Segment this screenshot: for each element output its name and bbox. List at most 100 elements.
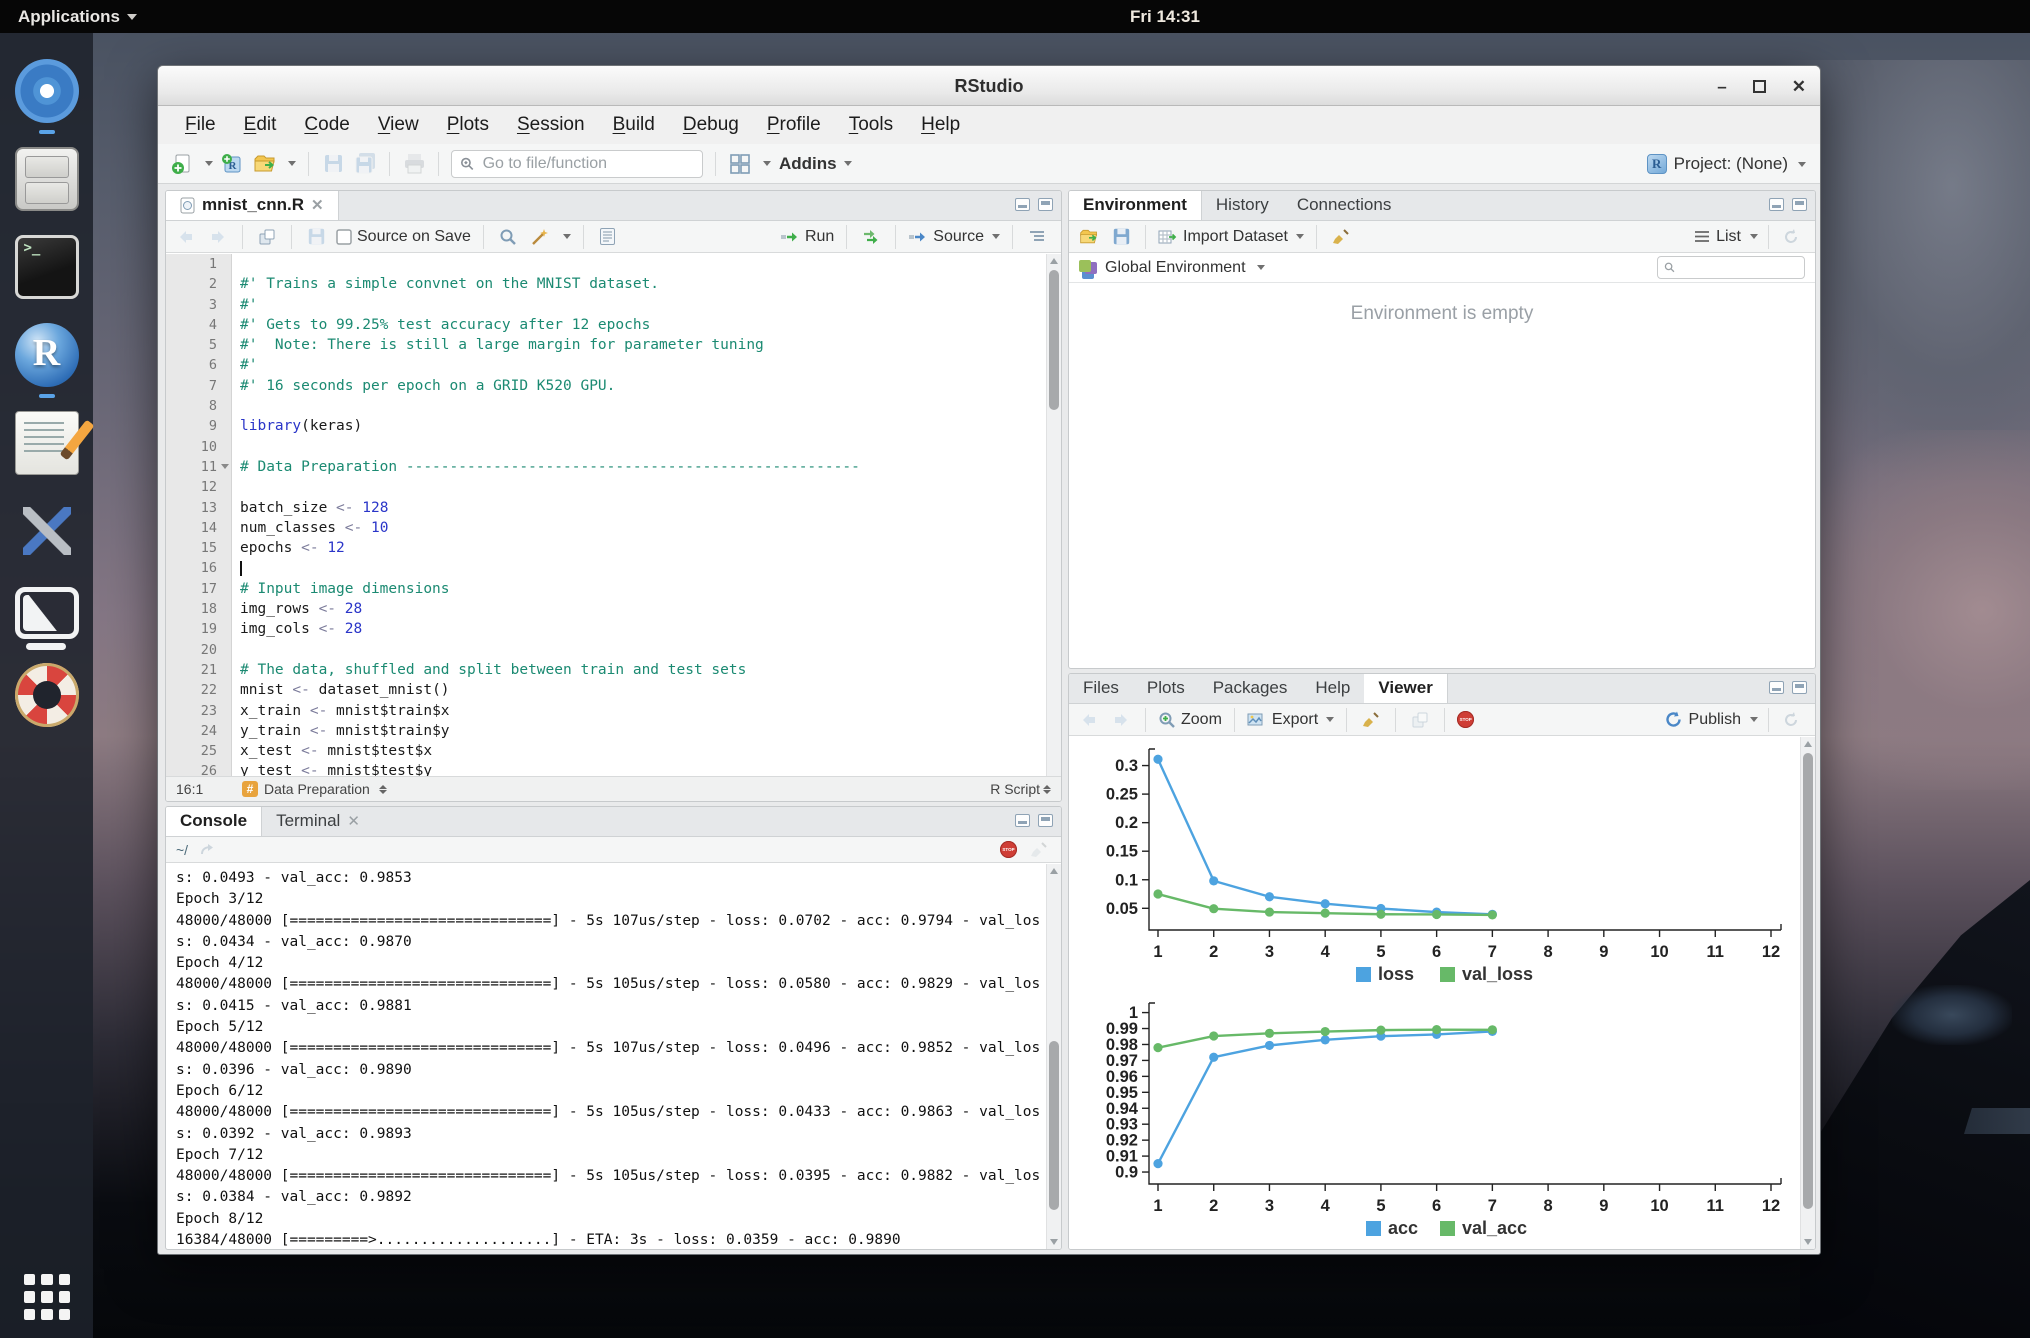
- menu-profile[interactable]: Profile: [754, 109, 834, 141]
- zoom-button[interactable]: Zoom: [1158, 711, 1222, 729]
- document-outline-icon[interactable]: [1025, 225, 1049, 249]
- source-on-save-toggle[interactable]: Source on Save: [336, 228, 471, 246]
- stop-icon[interactable]: [1000, 841, 1017, 858]
- run-button[interactable]: Run: [780, 228, 834, 246]
- minimize-pane-icon[interactable]: [1769, 681, 1784, 694]
- goto-file-input[interactable]: [481, 154, 694, 174]
- section-navigator[interactable]: # Data Preparation: [242, 781, 387, 797]
- menu-tools[interactable]: Tools: [836, 109, 906, 141]
- environment-tab-history[interactable]: History: [1202, 190, 1283, 220]
- viewer-tab-viewer[interactable]: Viewer: [1364, 673, 1448, 703]
- menu-plots[interactable]: Plots: [434, 109, 502, 141]
- back-icon[interactable]: [174, 225, 198, 249]
- popout-icon[interactable]: [255, 225, 279, 249]
- minimize-button[interactable]: –: [1717, 78, 1726, 95]
- scroll-up-icon[interactable]: [1050, 868, 1058, 874]
- display-icon[interactable]: [15, 587, 79, 639]
- rerun-icon[interactable]: [859, 225, 883, 249]
- addins-menu[interactable]: Addins: [779, 154, 852, 174]
- maximize-pane-icon[interactable]: [1038, 198, 1053, 211]
- menu-debug[interactable]: Debug: [670, 109, 752, 141]
- source-button[interactable]: Source: [908, 228, 1000, 246]
- environment-search-box[interactable]: [1657, 256, 1805, 279]
- minimize-pane-icon[interactable]: [1769, 198, 1784, 211]
- app-grid-button[interactable]: [24, 1274, 70, 1320]
- scroll-down-icon[interactable]: [1804, 1239, 1812, 1245]
- viewer-tab-plots[interactable]: Plots: [1133, 673, 1199, 703]
- find-icon[interactable]: [496, 225, 520, 249]
- rstudio-icon[interactable]: [15, 323, 79, 387]
- clear-viewer-broom-icon[interactable]: [1359, 708, 1383, 732]
- scroll-up-icon[interactable]: [1804, 741, 1812, 747]
- tab-mnist-cnn[interactable]: mnist_cnn.R ✕: [166, 190, 339, 220]
- file-type-selector[interactable]: R Script: [990, 781, 1051, 797]
- menu-file[interactable]: File: [172, 109, 229, 141]
- goto-file-box[interactable]: [451, 150, 703, 178]
- global-environment-selector[interactable]: Global Environment: [1105, 259, 1246, 277]
- titlebar[interactable]: RStudio – ✕: [158, 66, 1820, 106]
- save-button[interactable]: [321, 152, 345, 176]
- console-scrollbar[interactable]: [1046, 864, 1061, 1249]
- scroll-up-icon[interactable]: [1050, 258, 1058, 264]
- popout-icon[interactable]: [1408, 708, 1432, 732]
- back-icon[interactable]: [1077, 708, 1101, 732]
- viewer-tab-packages[interactable]: Packages: [1199, 673, 1302, 703]
- close-tab-icon[interactable]: ✕: [311, 196, 324, 214]
- project-menu[interactable]: R Project: (None): [1647, 144, 1806, 184]
- console-tab-terminal[interactable]: Terminal✕: [262, 806, 374, 836]
- pane-layout-button[interactable]: [728, 152, 752, 176]
- clear-console-broom-icon[interactable]: [1027, 838, 1051, 862]
- viewer-scrollbar[interactable]: [1800, 737, 1815, 1249]
- maximize-pane-icon[interactable]: [1792, 681, 1807, 694]
- scroll-down-icon[interactable]: [1050, 1239, 1058, 1245]
- menu-edit[interactable]: Edit: [231, 109, 290, 141]
- maximize-pane-icon[interactable]: [1038, 814, 1053, 827]
- terminal-icon[interactable]: [15, 235, 79, 299]
- close-button[interactable]: ✕: [1792, 78, 1806, 95]
- refresh-icon[interactable]: [1779, 225, 1803, 249]
- maximize-button[interactable]: [1753, 80, 1766, 93]
- clear-environment-broom-icon[interactable]: [1329, 225, 1353, 249]
- applications-menu[interactable]: Applications: [0, 0, 155, 33]
- open-recent-dropdown[interactable]: [288, 161, 296, 166]
- forward-icon[interactable]: [206, 225, 230, 249]
- print-button[interactable]: [402, 152, 426, 176]
- environment-tab-connections[interactable]: Connections: [1283, 190, 1406, 220]
- tools-icon[interactable]: [15, 499, 79, 563]
- console-tab-console[interactable]: Console: [166, 806, 262, 836]
- editor-scrollbar[interactable]: [1046, 254, 1061, 776]
- help-icon[interactable]: [15, 663, 79, 727]
- forward-icon[interactable]: [1109, 708, 1133, 732]
- refresh-icon[interactable]: [1779, 708, 1803, 732]
- environment-search-input[interactable]: [1680, 259, 1798, 277]
- code-editor[interactable]: 1234567891011121314151617181920212223242…: [166, 254, 1061, 776]
- new-file-dropdown[interactable]: [205, 161, 213, 166]
- source-dropdown[interactable]: [992, 234, 1000, 239]
- close-tab-icon[interactable]: ✕: [347, 812, 360, 830]
- load-workspace-icon[interactable]: [1077, 225, 1101, 249]
- text-editor-icon[interactable]: [15, 411, 79, 475]
- menu-code[interactable]: Code: [291, 109, 362, 141]
- save-all-button[interactable]: [353, 152, 377, 176]
- menu-session[interactable]: Session: [504, 109, 598, 141]
- compile-report-icon[interactable]: [596, 225, 620, 249]
- new-file-button[interactable]: [170, 152, 194, 176]
- menu-build[interactable]: Build: [600, 109, 668, 141]
- open-file-button[interactable]: [253, 152, 277, 176]
- editor-scroll-thumb[interactable]: [1049, 270, 1059, 410]
- console-output[interactable]: s: 0.0493 - val_acc: 0.9853Epoch 3/12480…: [166, 864, 1061, 1249]
- stop-icon[interactable]: [1457, 711, 1474, 728]
- viewer-tab-help[interactable]: Help: [1301, 673, 1364, 703]
- export-button[interactable]: Export: [1247, 711, 1334, 729]
- new-project-button[interactable]: R: [221, 152, 245, 176]
- pane-layout-dropdown[interactable]: [763, 161, 771, 166]
- fold-icon[interactable]: [221, 464, 229, 469]
- viewer-scroll-thumb[interactable]: [1803, 753, 1813, 1209]
- clock[interactable]: Fri 14:31: [1130, 0, 1200, 33]
- publish-label[interactable]: Publish: [1689, 711, 1741, 729]
- import-dataset-button[interactable]: Import Dataset: [1158, 228, 1304, 246]
- goto-directory-icon[interactable]: [196, 838, 220, 862]
- list-mode-label[interactable]: List: [1716, 228, 1741, 246]
- code-tools-dropdown[interactable]: [563, 234, 571, 239]
- maximize-pane-icon[interactable]: [1792, 198, 1807, 211]
